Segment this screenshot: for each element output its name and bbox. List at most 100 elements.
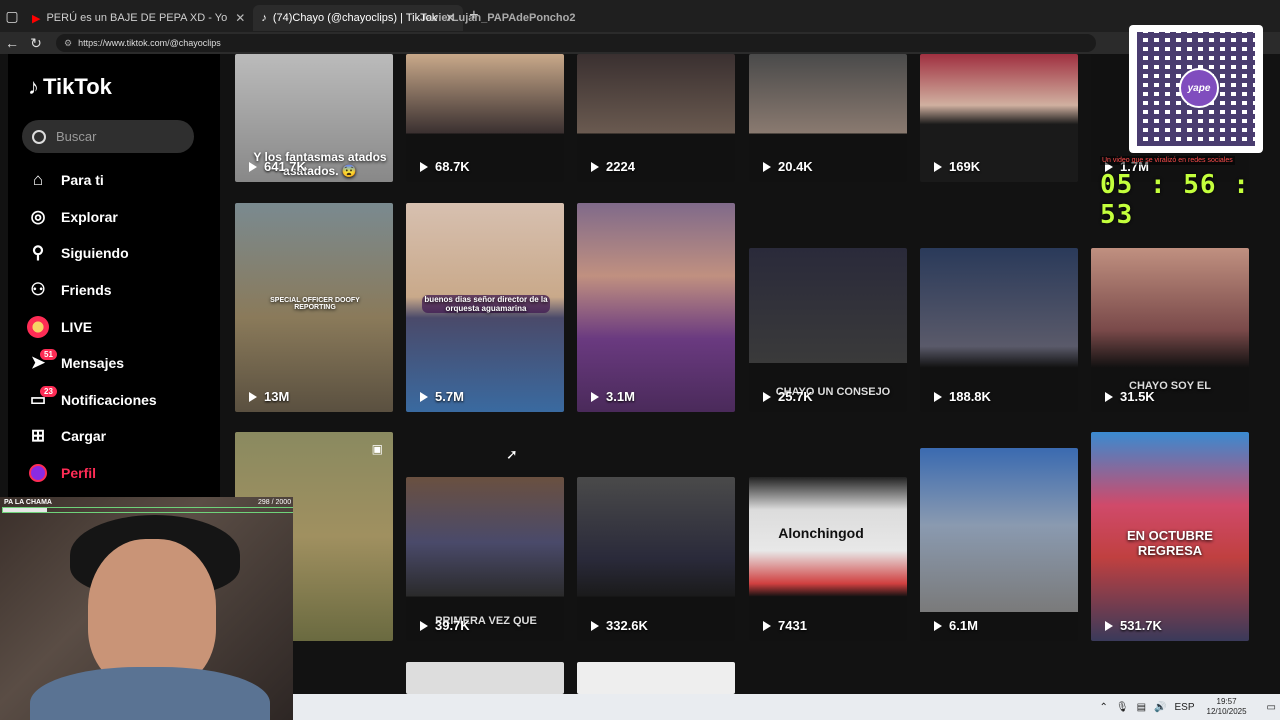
home-icon: ⌂ — [32, 170, 44, 190]
view-count: 332.6K — [591, 618, 648, 633]
view-count: 7431 — [763, 618, 807, 633]
view-count: 5.7M — [420, 389, 464, 404]
play-icon — [763, 620, 771, 631]
video-thumb[interactable]: PRIMERA VEZ QUE 39.7K — [406, 477, 564, 641]
nav-item-cargar[interactable]: ⊞ Cargar — [26, 418, 216, 455]
notifications-badge: 23 — [40, 385, 57, 397]
youtube-icon: ▶ — [32, 12, 41, 25]
video-thumb[interactable]: SPECIAL OFFICER DOOFY REPORTING 13M — [235, 203, 393, 412]
yape-logo: yape — [1179, 68, 1219, 108]
volume-icon[interactable]: 🔊 — [1154, 702, 1166, 713]
goal-progress-fill — [3, 508, 47, 512]
video-thumb[interactable]: Alonchingod 7431 — [749, 477, 907, 641]
mouse-cursor-icon: ➚ — [506, 446, 518, 462]
play-icon — [420, 391, 428, 402]
video-thumb[interactable]: CHAYO UN CONSEJO 25.7K — [749, 248, 907, 412]
language-indicator[interactable]: ESP — [1174, 702, 1194, 713]
video-thumb[interactable]: CHAYO SOY EL 31.5K — [1091, 248, 1249, 412]
view-count: 3.1M — [591, 389, 635, 404]
search-input[interactable]: Buscar — [22, 120, 194, 153]
taskbar: ⌃ 🎙 ▤ 🔊 ESP 19:57 12/10/2025 ▭ — [293, 694, 1280, 720]
compass-icon: ◎ — [30, 206, 46, 226]
view-count: 188.8K — [934, 389, 991, 404]
view-count: 20.4K — [763, 159, 813, 174]
goal-progress-bar — [2, 507, 293, 513]
live-icon — [26, 315, 50, 339]
goal-count: 298 / 2000 — [258, 499, 292, 506]
video-thumb[interactable]: 6.1M — [920, 448, 1078, 641]
nav-item-mensajes[interactable]: ➤ 51 Mensajes — [26, 345, 216, 382]
play-icon — [763, 391, 771, 402]
video-thumb[interactable]: 3.1M — [577, 203, 735, 412]
tab-title: (74)Chayo (@chayoclips) | TikTok — [272, 12, 438, 24]
multi-photo-icon: ▣ — [371, 442, 383, 456]
tab-title: PERÚ es un BAJE DE PEPA XD - Yo — [46, 12, 228, 24]
play-icon — [1105, 391, 1113, 402]
play-icon — [1105, 620, 1113, 631]
countdown-timer: 05 : 56 : 53 — [1100, 170, 1250, 230]
clock-date: 12/10/2025 — [1206, 707, 1247, 716]
play-icon — [763, 161, 771, 172]
notification-center-icon[interactable]: ▭ — [1267, 702, 1276, 713]
url-text: https://www.tiktok.com/@chayoclips — [78, 38, 221, 48]
nav-item-live[interactable]: LIVE — [26, 308, 216, 345]
video-thumb[interactable] — [406, 662, 564, 694]
play-icon — [934, 391, 942, 402]
profile-icon — [26, 461, 50, 485]
goal-label: PA LA CHAMA — [4, 499, 52, 506]
video-thumb[interactable]: 2224 — [577, 54, 735, 182]
nav-item-siguiendo[interactable]: ⚲ Siguiendo — [26, 235, 216, 272]
search-placeholder: Buscar — [56, 129, 97, 144]
view-count: 531.7K — [1105, 618, 1162, 633]
tiktok-logo[interactable]: ♪ TikTok — [28, 74, 112, 100]
view-count: 6.1M — [934, 618, 978, 633]
view-count: 13M — [249, 389, 289, 404]
back-icon[interactable]: ← — [0, 35, 24, 51]
video-thumb[interactable] — [577, 662, 735, 694]
close-icon[interactable]: ✕ — [235, 11, 245, 25]
view-count: 68.7K — [420, 159, 470, 174]
video-thumb[interactable]: 332.6K — [577, 477, 735, 641]
video-thumb[interactable]: 20.4K — [749, 54, 907, 182]
microphone-icon[interactable]: 🎙 — [1116, 702, 1129, 713]
video-thumb[interactable]: 188.8K — [920, 248, 1078, 412]
video-thumb[interactable]: 169K — [920, 54, 1078, 182]
network-icon[interactable]: ▤ — [1137, 702, 1146, 713]
video-thumb[interactable]: Y los fantasmas atados asatados. 😨 641.7… — [235, 54, 393, 182]
video-caption: EN OCTUBRE REGRESA — [1127, 528, 1213, 558]
site-info-icon[interactable]: ⚙ — [64, 38, 72, 49]
play-icon — [249, 391, 257, 402]
yape-qr-code: yape — [1129, 25, 1263, 153]
play-icon — [420, 620, 428, 631]
play-icon — [934, 620, 942, 631]
tab-youtube[interactable]: ▶ PERÚ es un BAJE DE PEPA XD - Yo ✕ — [24, 5, 253, 31]
url-field[interactable]: ⚙ https://www.tiktok.com/@chayoclips — [56, 34, 1096, 52]
play-icon — [591, 620, 599, 631]
tiktok-icon: ♪ — [261, 12, 267, 24]
play-icon — [591, 161, 599, 172]
webcam-overlay: PA LA CHAMA 298 / 2000 — [0, 497, 293, 720]
search-icon — [32, 129, 46, 144]
nav-item-para-ti[interactable]: ⌂ Para ti — [26, 162, 216, 199]
video-thumb[interactable]: 68.7K — [406, 54, 564, 182]
video-thumb[interactable]: EN OCTUBRE REGRESA 531.7K — [1091, 432, 1249, 641]
view-count: 2224 — [591, 159, 635, 174]
tab-actions-icon[interactable]: ▢ — [0, 8, 24, 25]
play-icon — [591, 391, 599, 402]
browser-tab-bar: ▢ ▶ PERÚ es un BAJE DE PEPA XD - Yo ✕ ♪ … — [0, 0, 1280, 32]
nav-item-friends[interactable]: ⚇ Friends — [26, 272, 216, 309]
play-icon — [934, 161, 942, 172]
stream-overlay-name: JavierLujan_PAPAdePoncho2 — [420, 12, 576, 24]
view-count: 641.7K — [249, 159, 306, 174]
following-icon: ⚲ — [31, 243, 45, 263]
view-count: 25.7K — [763, 389, 813, 404]
refresh-icon[interactable]: ↻ — [24, 35, 48, 52]
view-count: 31.5K — [1105, 389, 1155, 404]
nav-item-notificaciones[interactable]: ▭ 23 Notificaciones — [26, 382, 216, 419]
nav-item-perfil[interactable]: Perfil — [26, 455, 216, 492]
video-thumb[interactable]: buenos dias señor director de la orquest… — [406, 203, 564, 412]
chevron-up-icon[interactable]: ⌃ — [1099, 702, 1107, 713]
taskbar-clock[interactable]: 19:57 12/10/2025 — [1207, 697, 1247, 717]
video-caption: Alonchingod — [778, 525, 864, 541]
nav-item-explorar[interactable]: ◎ Explorar — [26, 199, 216, 236]
